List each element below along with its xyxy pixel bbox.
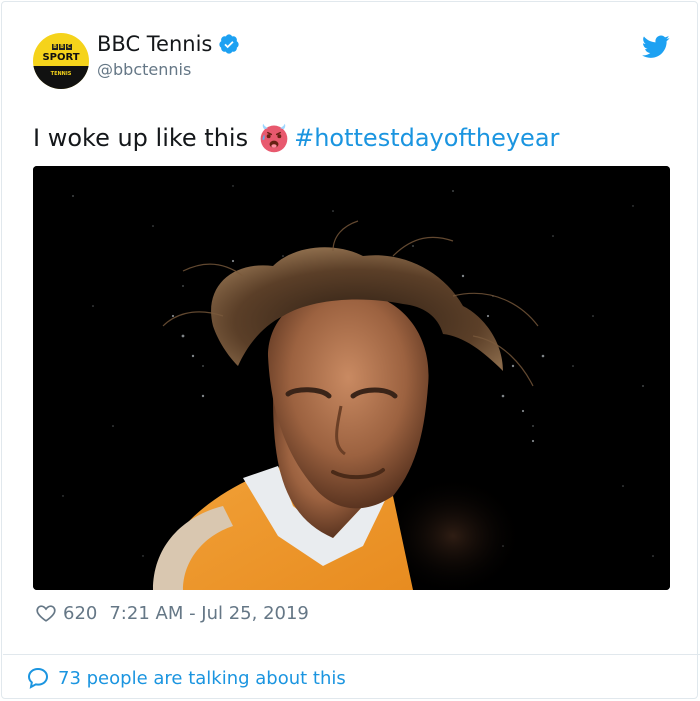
avatar-sport-text: SPORT bbox=[42, 52, 80, 63]
heart-icon[interactable] bbox=[35, 602, 57, 624]
tennis-player-hair-flying-photo[interactable] bbox=[33, 166, 670, 590]
photo-illustration bbox=[33, 166, 670, 590]
avatar-band bbox=[33, 66, 89, 89]
speech-bubble-icon bbox=[27, 667, 49, 689]
display-name-text: BBC Tennis bbox=[97, 32, 213, 56]
display-name[interactable]: BBC Tennis bbox=[97, 32, 240, 56]
account-handle[interactable]: @bbctennis bbox=[97, 60, 191, 79]
conversation-text: 73 people are talking about this bbox=[58, 667, 346, 689]
tweet-card: B B C SPORT TENNIS BBC Tennis @bbctennis… bbox=[1, 1, 700, 699]
avatar-tennis-text: TENNIS bbox=[50, 71, 72, 77]
bbc-logo-letter: C bbox=[66, 44, 72, 50]
tweet-text: I woke up like this #hottestdayoftheyear bbox=[33, 122, 559, 154]
bbc-logo-letter: B bbox=[59, 44, 65, 50]
hot-face-emoji bbox=[260, 123, 288, 153]
bbc-logo: B B C bbox=[52, 44, 72, 50]
verified-badge-icon bbox=[219, 34, 239, 54]
like-count[interactable]: 620 bbox=[63, 603, 97, 624]
hashtag-link[interactable]: #hottestdayoftheyear bbox=[294, 124, 559, 152]
tweet-body: I woke up like this bbox=[33, 124, 249, 152]
divider bbox=[3, 654, 700, 655]
tweet-timestamp[interactable]: 7:21 AM - Jul 25, 2019 bbox=[109, 603, 309, 624]
twitter-bird-icon[interactable] bbox=[642, 35, 670, 59]
bbc-logo-letter: B bbox=[52, 44, 58, 50]
conversation-link[interactable]: 73 people are talking about this bbox=[26, 666, 346, 690]
avatar[interactable]: B B C SPORT TENNIS bbox=[33, 33, 89, 89]
tweet-meta: 620 7:21 AM - Jul 25, 2019 bbox=[35, 602, 309, 624]
